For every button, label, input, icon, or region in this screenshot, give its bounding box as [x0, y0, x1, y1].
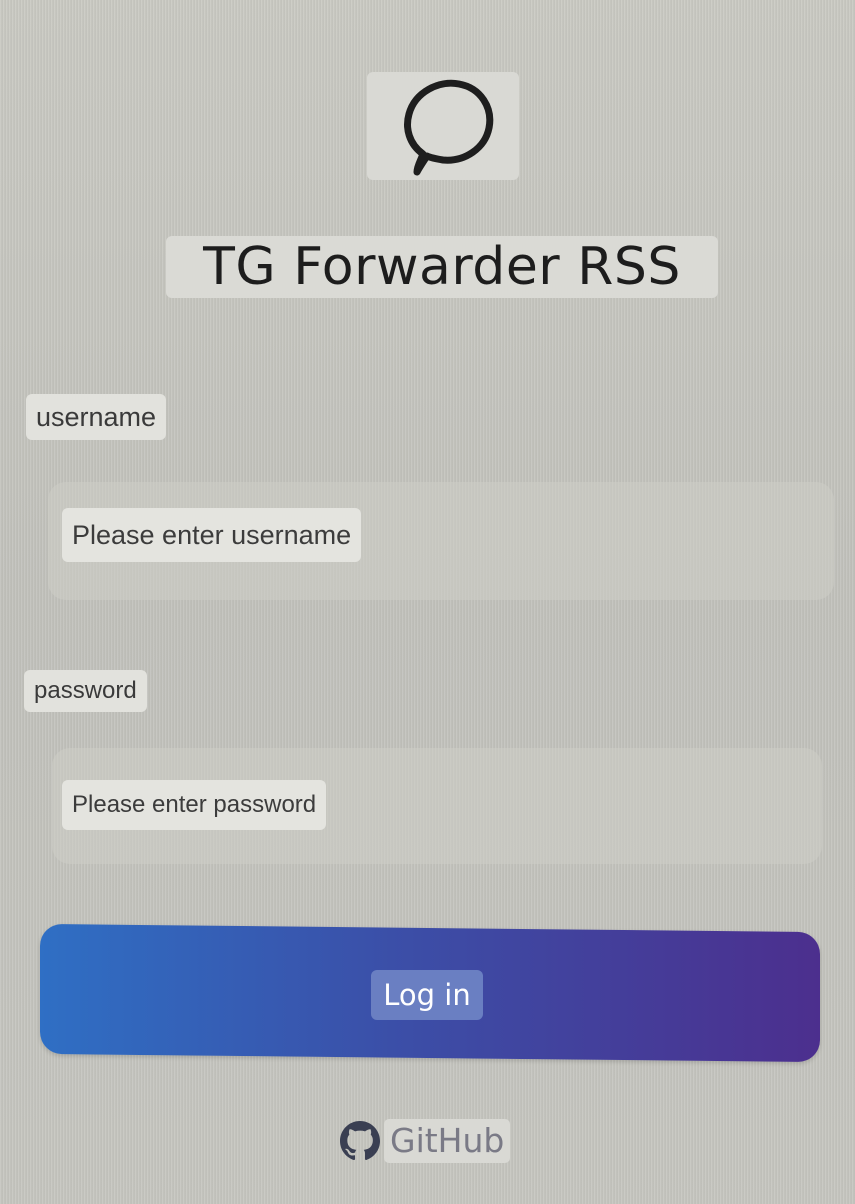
chat-bubble-icon — [404, 79, 494, 176]
password-label: password — [24, 670, 147, 712]
login-screen: TG Forwarder RSS username Please enter u… — [0, 0, 855, 1204]
github-label[interactable]: GitHub — [384, 1119, 511, 1163]
username-label: username — [26, 394, 167, 440]
app-title: TG Forwarder RSS — [166, 236, 718, 298]
github-link[interactable]: GitHub — [340, 1118, 511, 1164]
app-logo — [367, 72, 519, 180]
username-placeholder[interactable]: Please enter username — [62, 508, 362, 562]
login-button-label[interactable]: Log in — [371, 970, 483, 1020]
password-placeholder[interactable]: Please enter password — [62, 780, 327, 830]
github-icon — [340, 1121, 380, 1161]
